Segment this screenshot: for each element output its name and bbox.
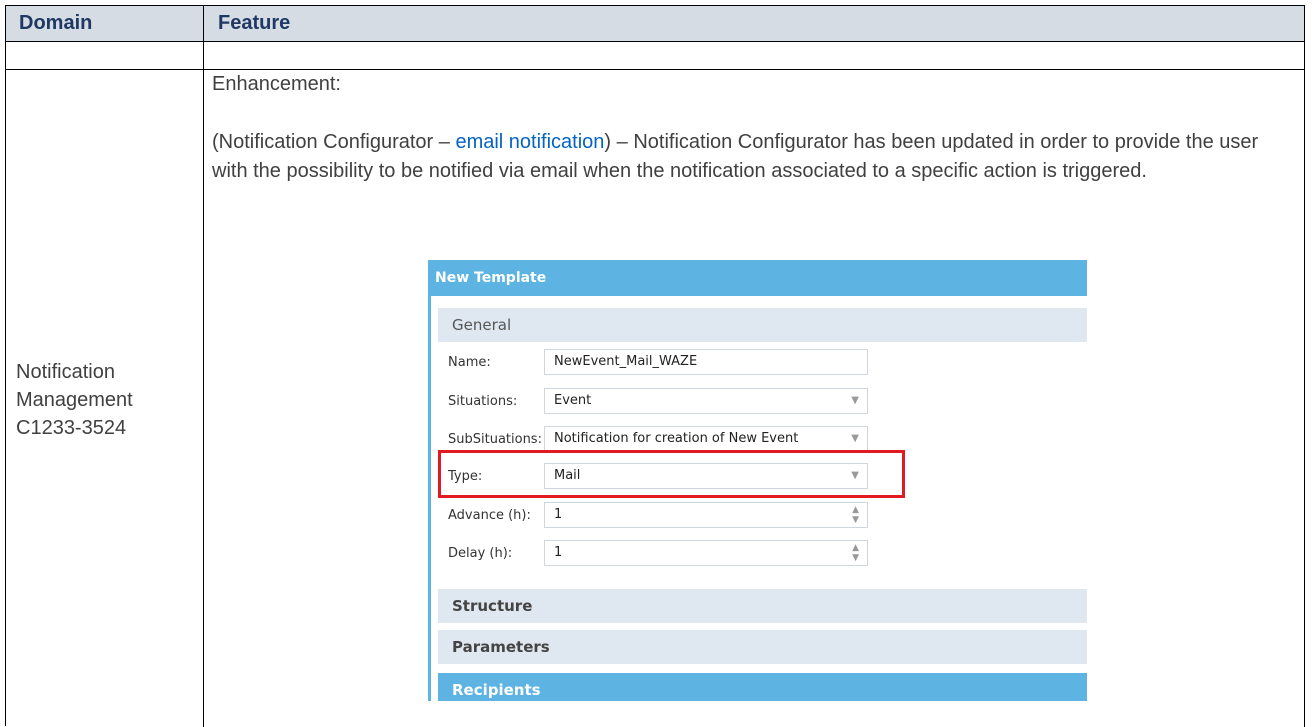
field-label: Advance (h): <box>448 508 531 523</box>
field-row-name: Name: NewEvent_Mail_WAZE <box>448 349 1078 377</box>
domain-cell: Notification Management C1233-3524 <box>16 358 196 442</box>
situations-select[interactable]: Event ▼ <box>544 388 868 414</box>
email-notification-link[interactable]: email notification <box>455 131 604 153</box>
field-label: Situations: <box>448 394 518 409</box>
section-structure[interactable]: Structure <box>438 589 1087 623</box>
feature-text-prefix: (Notification Configurator – <box>212 131 456 153</box>
header-domain: Domain <box>19 12 93 34</box>
dialog-title: New Template <box>435 270 547 286</box>
section-general-label: General <box>452 316 512 334</box>
section-parameters[interactable]: Parameters <box>438 630 1087 664</box>
field-value: NewEvent_Mail_WAZE <box>554 354 698 369</box>
table-right-border <box>1304 6 1305 727</box>
section-parameters-label: Parameters <box>452 638 550 656</box>
domain-line: Management <box>16 389 133 411</box>
header-feature: Feature <box>218 12 291 34</box>
domain-line: C1233-3524 <box>16 417 127 439</box>
field-value: Notification for creation of New Event <box>554 431 799 446</box>
field-label: Name: <box>448 355 491 370</box>
type-highlight-box <box>438 450 905 498</box>
field-value: 1 <box>554 545 563 560</box>
feature-heading: Enhancement: <box>212 73 341 95</box>
table-header-row: Domain Feature <box>6 6 1305 42</box>
field-row-delay: Delay (h): 1 ▲ ▼ <box>448 540 1078 568</box>
chevron-down-icon[interactable]: ▼ <box>851 389 859 413</box>
new-template-screenshot: New Template General Name: NewEvent_Mail… <box>428 260 1087 701</box>
field-value: Event <box>554 393 592 408</box>
advance-spinner[interactable]: 1 ▲ ▼ <box>544 502 868 528</box>
feature-cell: Enhancement: (Notification Configurator … <box>212 70 1292 186</box>
field-row-situations: Situations: Event ▼ <box>448 388 1078 416</box>
chevron-down-icon[interactable]: ▼ <box>851 427 859 451</box>
subsituations-select[interactable]: Notification for creation of New Event ▼ <box>544 426 868 452</box>
spinner-arrows-icon[interactable]: ▲ ▼ <box>852 543 859 563</box>
name-input[interactable]: NewEvent_Mail_WAZE <box>544 349 868 375</box>
field-row-advance: Advance (h): 1 ▲ ▼ <box>448 502 1078 530</box>
dialog-left-edge <box>428 296 431 701</box>
section-structure-label: Structure <box>452 597 533 615</box>
delay-spinner[interactable]: 1 ▲ ▼ <box>544 540 868 566</box>
field-value: 1 <box>554 507 563 522</box>
column-divider <box>203 6 204 727</box>
spinner-arrows-icon[interactable]: ▲ ▼ <box>852 505 859 525</box>
feature-description: (Notification Configurator – email notif… <box>212 128 1292 186</box>
section-recipients[interactable]: Recipients <box>438 673 1087 701</box>
dialog-titlebar: New Template <box>428 260 1087 296</box>
section-recipients-label: Recipients <box>452 681 541 699</box>
domain-line: Notification <box>16 361 115 383</box>
field-label: Delay (h): <box>448 546 513 561</box>
section-general[interactable]: General <box>438 308 1087 342</box>
